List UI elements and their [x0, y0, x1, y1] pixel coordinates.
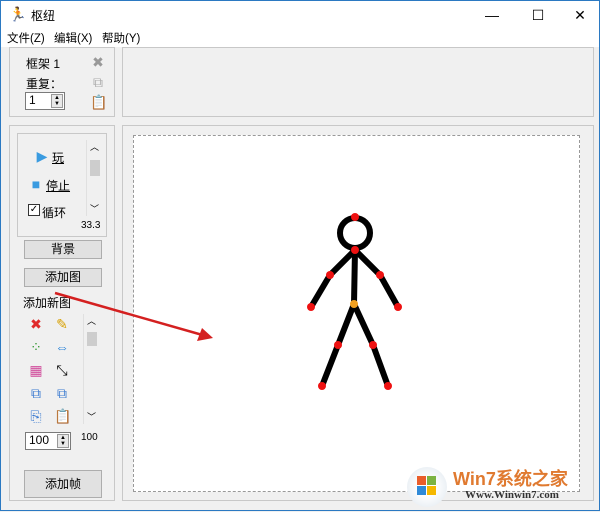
joint-handle[interactable] [369, 341, 377, 349]
watermark: Win7系统之家 Www.Winwin7.com [405, 463, 595, 509]
joint-handle[interactable] [394, 303, 402, 311]
figure-torso [351, 247, 358, 307]
figure-right-arm [352, 247, 401, 310]
windows-logo [407, 467, 447, 507]
joint-handle[interactable] [326, 271, 334, 279]
annotation-arrow [54, 291, 207, 338]
joint-handle[interactable] [351, 246, 359, 254]
canvas-overlay [54, 213, 402, 390]
joint-handle[interactable] [334, 341, 342, 349]
joint-handle[interactable] [384, 382, 392, 390]
joint-handle[interactable] [351, 213, 359, 221]
joint-handle[interactable] [376, 271, 384, 279]
watermark-brand: Win7系统之家 [453, 469, 568, 489]
hip-handle[interactable] [350, 300, 358, 308]
watermark-url: Www.Winwin7.com [465, 489, 559, 501]
joint-handle[interactable] [307, 303, 315, 311]
joint-handle[interactable] [318, 382, 326, 390]
figure-left-arm [308, 247, 358, 310]
figure-head[interactable] [337, 215, 373, 251]
